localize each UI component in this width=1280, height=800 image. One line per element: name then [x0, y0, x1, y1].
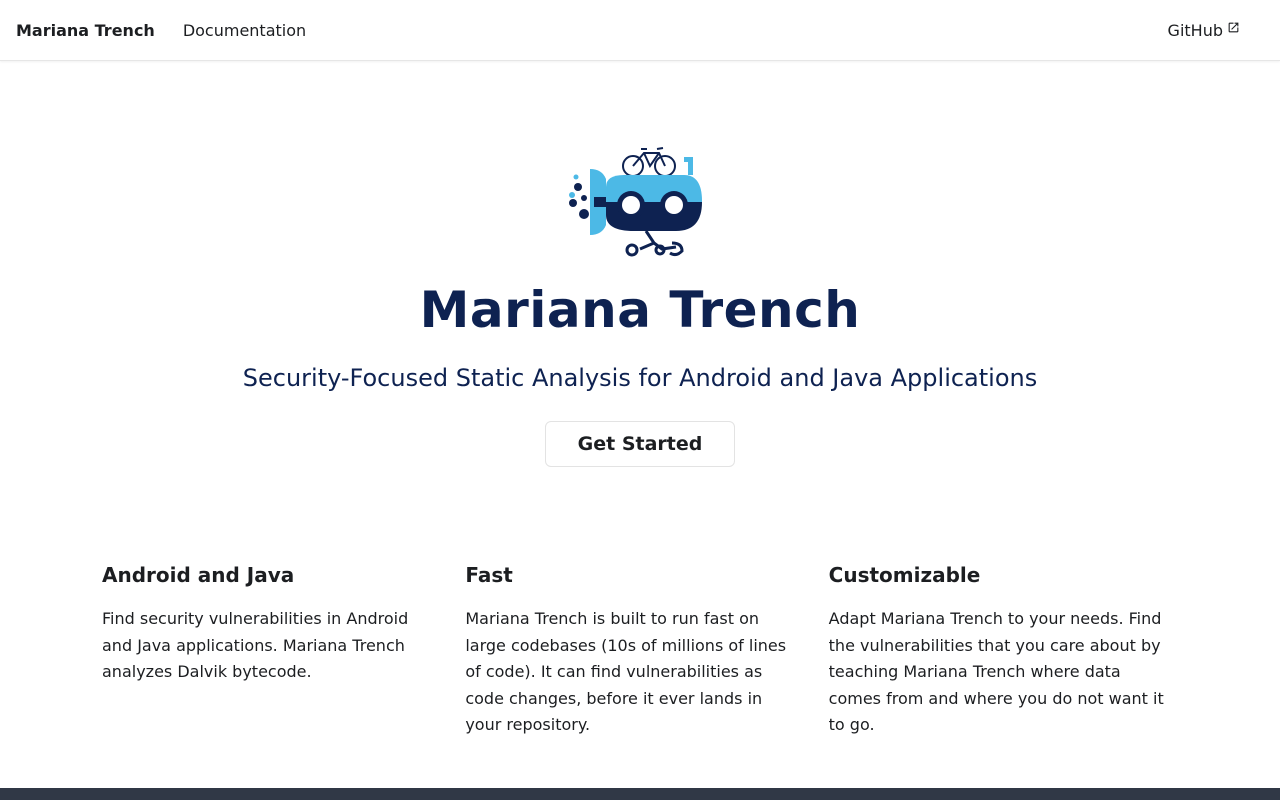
submarine-robot-logo: [569, 147, 702, 257]
top-navbar: Mariana Trench Documentation GitHub: [0, 0, 1280, 61]
feature-text: Mariana Trench is built to run fast on l…: [465, 609, 787, 734]
feature-text: Adapt Mariana Trench to your needs. Find…: [828, 609, 1164, 734]
hero-title: Mariana Trench: [419, 281, 861, 339]
feature-customizable: Customizable Adapt Mariana Trench to you…: [829, 562, 1192, 739]
feature-fast: Fast Mariana Trench is built to run fast…: [465, 562, 828, 739]
external-link-icon: [1228, 22, 1239, 32]
features-section: Android and Java Find security vulnerabi…: [102, 562, 1192, 739]
feature-title: Customizable: [828, 563, 981, 587]
feature-title: Android and Java: [102, 563, 295, 587]
feature-title: Fast: [465, 563, 513, 587]
github-label: GitHub: [1167, 20, 1223, 40]
nav-link-github[interactable]: GitHub: [1168, 21, 1240, 40]
feature-text: Find security vulnerabilities in Android…: [102, 609, 409, 681]
hero-subtitle: Security-Focused Static Analysis for And…: [242, 364, 1038, 392]
get-started-button[interactable]: Get Started: [545, 421, 735, 467]
page-footer: [0, 788, 1280, 800]
nav-link-documentation[interactable]: Documentation: [183, 21, 306, 40]
navbar-brand[interactable]: Mariana Trench: [16, 21, 155, 40]
feature-android-java: Android and Java Find security vulnerabi…: [102, 562, 465, 739]
